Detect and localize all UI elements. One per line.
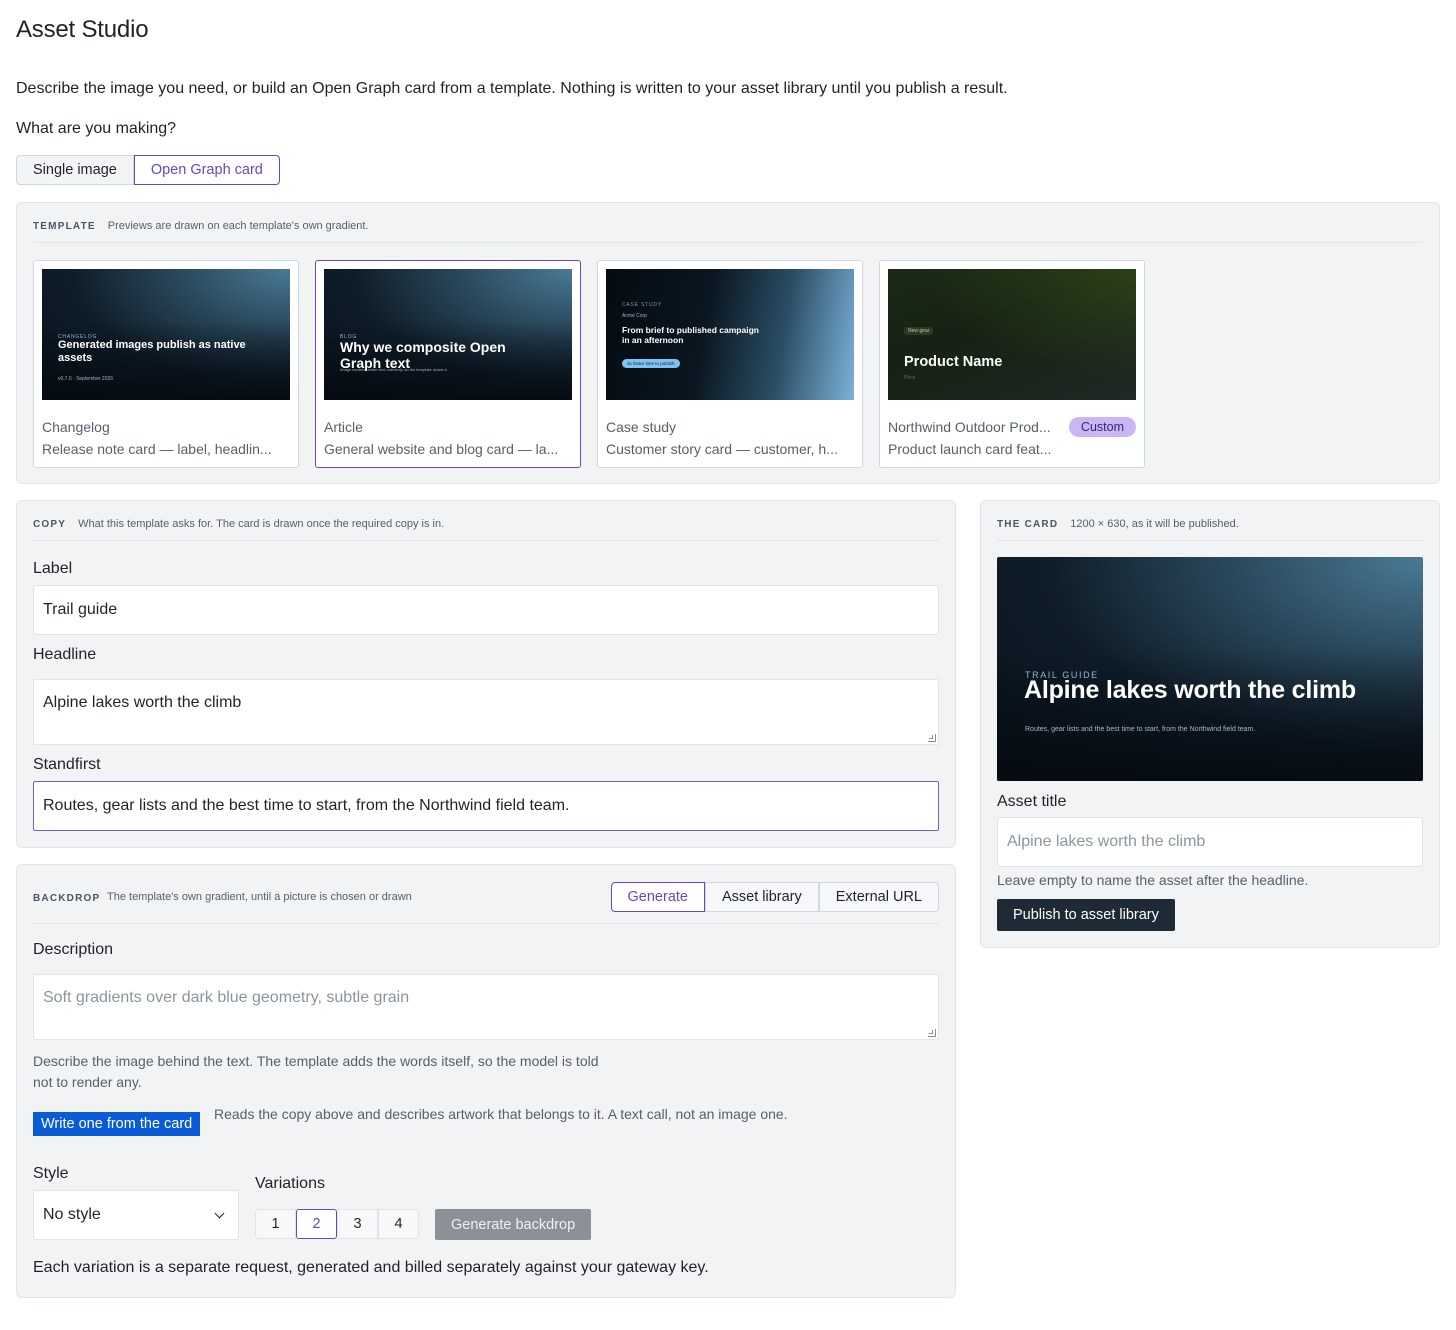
- template-header: TEMPLATE Previews are drawn on each temp…: [33, 220, 1423, 243]
- page-intro: Describe the image you need, or build an…: [16, 80, 1008, 97]
- standfirst-field-label: Standfirst: [33, 756, 101, 773]
- style-select[interactable]: No style: [33, 1190, 239, 1240]
- resize-handle-icon[interactable]: [928, 1029, 936, 1037]
- preview-title: Alpine lakes worth the climb: [1024, 676, 1356, 704]
- publish-button[interactable]: Publish to asset library: [997, 899, 1175, 931]
- mode-open-graph-card[interactable]: Open Graph card: [133, 155, 280, 185]
- template-list: CHANGELOG Generated images publish as na…: [33, 260, 1145, 468]
- template-thumbnail: New gear Product Name Price: [888, 269, 1136, 400]
- backdrop-hint: The template's own gradient, until a pic…: [107, 891, 412, 903]
- variation-3[interactable]: 3: [337, 1209, 378, 1239]
- style-label: Style: [33, 1165, 69, 1182]
- preview-subtitle: Routes, gear lists and the best time to …: [1025, 726, 1256, 733]
- template-card-changelog[interactable]: CHANGELOG Generated images publish as na…: [33, 260, 299, 468]
- template-card-case-study[interactable]: CASE STUDY Acme Corp From brief to publi…: [597, 260, 863, 468]
- copy-header: COPY What this template asks for. The ca…: [33, 518, 939, 541]
- write-help: Reads the copy above and describes artwo…: [214, 1106, 788, 1122]
- thumb-badge: New gear: [904, 327, 934, 335]
- template-name: Article: [324, 419, 363, 435]
- template-eyebrow: TEMPLATE: [33, 221, 96, 232]
- template-panel: TEMPLATE Previews are drawn on each temp…: [16, 202, 1440, 484]
- template-meta: Article General website and blog card — …: [324, 419, 572, 457]
- label-field-label: Label: [33, 560, 73, 577]
- write-from-card-button[interactable]: Write one from the card: [33, 1112, 201, 1136]
- template-thumbnail: CHANGELOG Generated images publish as na…: [42, 269, 290, 400]
- asset-title-label: Asset title: [997, 793, 1067, 810]
- thumb-customer: Acme Corp: [622, 313, 648, 319]
- template-card-northwind-product[interactable]: New gear Product Name Price Northwind Ou…: [879, 260, 1145, 468]
- headline-textarea[interactable]: Alpine lakes worth the climb: [33, 679, 939, 745]
- headline-field-label: Headline: [33, 646, 97, 663]
- variation-2[interactable]: 2: [296, 1209, 337, 1239]
- description-textarea[interactable]: Soft gradients over dark blue geometry, …: [33, 974, 939, 1040]
- thumb-title: Product Name: [904, 354, 1003, 370]
- variation-1[interactable]: 1: [255, 1209, 296, 1239]
- thumb-title: From brief to published campaign in an a…: [622, 325, 759, 346]
- standfirst-input[interactable]: Routes, gear lists and the best time to …: [33, 781, 939, 831]
- template-name: Changelog: [42, 419, 110, 435]
- template-description: Customer story card — customer, h...: [606, 441, 838, 457]
- asset-title-help: Leave empty to name the asset after the …: [997, 872, 1309, 888]
- card-preview: TRAIL GUIDE Alpine lakes worth the climb…: [997, 557, 1423, 781]
- template-description: Product launch card feat...: [888, 441, 1052, 457]
- tab-asset-library[interactable]: Asset library: [704, 882, 819, 912]
- card-header: THE CARD 1200 × 630, as it will be publi…: [997, 518, 1423, 541]
- backdrop-source-tabs: Generate Asset library External URL: [610, 882, 939, 912]
- label-input[interactable]: Trail guide: [33, 585, 939, 635]
- card-panel: THE CARD 1200 × 630, as it will be publi…: [980, 500, 1440, 948]
- page-title: Asset Studio: [16, 16, 149, 43]
- card-hint: 1200 × 630, as it will be published.: [1070, 518, 1239, 530]
- variation-4[interactable]: 4: [378, 1209, 419, 1239]
- description-help: Describe the image behind the text. The …: [33, 1053, 599, 1090]
- mode-selector: Single image Open Graph card: [16, 155, 280, 185]
- variations-label: Variations: [255, 1175, 325, 1192]
- generate-backdrop-button[interactable]: Generate backdrop: [435, 1209, 592, 1240]
- mode-single-image[interactable]: Single image: [16, 155, 134, 185]
- tab-generate[interactable]: Generate: [610, 882, 705, 912]
- thumb-title: Generated images publish as native asset…: [58, 339, 246, 365]
- template-thumbnail: BLOG Why we composite Open Graph text Im…: [324, 269, 572, 400]
- thumb-eyebrow: CASE STUDY: [622, 302, 662, 308]
- template-thumbnail: CASE STUDY Acme Corp From brief to publi…: [606, 269, 854, 400]
- template-name: Northwind Outdoor Prod...: [888, 419, 1051, 435]
- card-eyebrow: THE CARD: [997, 519, 1059, 530]
- copy-panel: COPY What this template asks for. The ca…: [16, 500, 956, 848]
- template-meta: Case study Customer story card — custome…: [606, 419, 854, 457]
- backdrop-panel: BACKDROP The template's own gradient, un…: [16, 864, 956, 1298]
- description-placeholder: Soft gradients over dark blue geometry, …: [43, 989, 410, 1006]
- template-name: Case study: [606, 419, 677, 435]
- thumb-pill: 3x faster time to publish: [622, 359, 680, 368]
- thumb-meta: Image models render text unevenly, so th…: [340, 367, 448, 372]
- variations-selector: 1 2 3 4: [255, 1209, 419, 1239]
- custom-badge: Custom: [1068, 417, 1136, 437]
- template-meta: Changelog Release note card — label, hea…: [42, 419, 290, 457]
- template-hint: Previews are drawn on each template's ow…: [107, 220, 369, 232]
- chevron-down-icon: [214, 1208, 225, 1218]
- preview-fade: [997, 646, 1423, 781]
- template-meta: Northwind Outdoor Prod... Custom Product…: [888, 417, 1136, 457]
- resize-handle-icon[interactable]: [928, 734, 936, 742]
- copy-eyebrow: COPY: [33, 519, 67, 530]
- tab-external-url[interactable]: External URL: [818, 882, 939, 912]
- description-label: Description: [33, 941, 114, 958]
- asset-title-input[interactable]: Alpine lakes worth the climb: [997, 817, 1423, 867]
- thumb-meta: v0.7.0 · September 2026: [58, 376, 114, 382]
- template-description: General website and blog card — la...: [324, 441, 559, 457]
- backdrop-eyebrow: BACKDROP: [33, 893, 101, 904]
- style-value: No style: [43, 1206, 101, 1223]
- template-card-article[interactable]: BLOG Why we composite Open Graph text Im…: [315, 260, 581, 468]
- mode-question: What are you making?: [16, 120, 177, 137]
- template-description: Release note card — label, headlin...: [42, 441, 272, 457]
- copy-hint: What this template asks for. The card is…: [78, 518, 445, 530]
- headline-value: Alpine lakes worth the climb: [43, 694, 242, 711]
- thumb-meta: Price: [904, 375, 916, 381]
- variations-footnote: Each variation is a separate request, ge…: [33, 1259, 709, 1276]
